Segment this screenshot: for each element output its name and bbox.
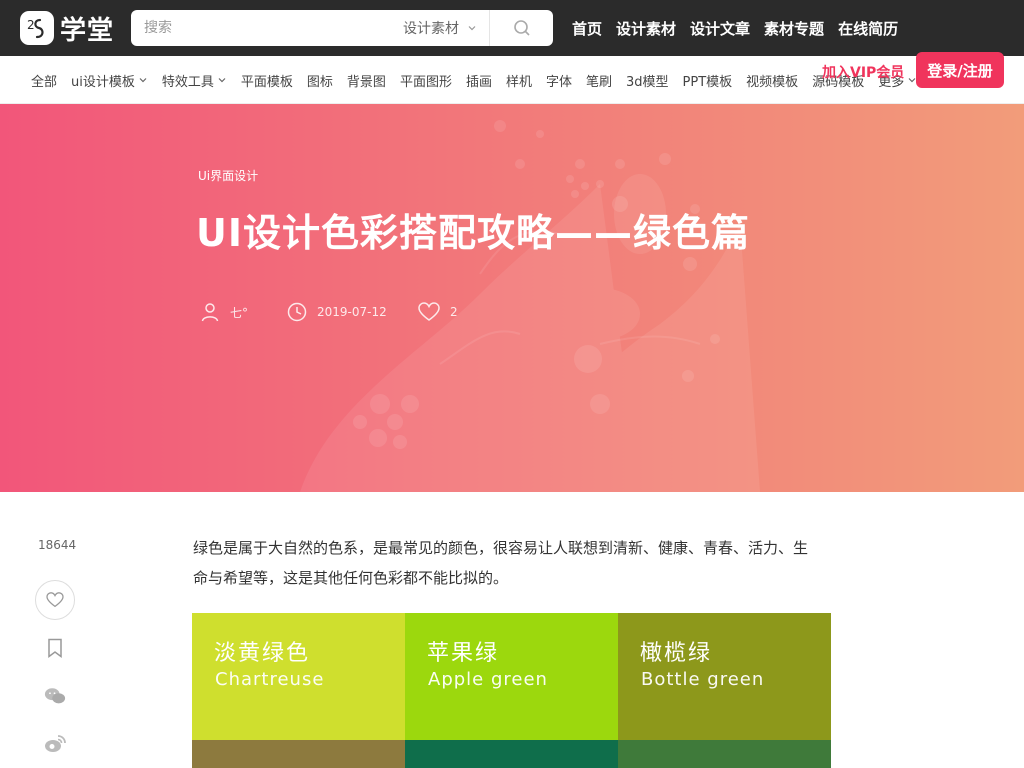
search-category-label: 设计素材 xyxy=(403,21,459,37)
chevron-down-icon xyxy=(218,78,226,83)
bookmark-icon xyxy=(48,638,62,658)
category-label: 平面图形 xyxy=(399,74,452,90)
category-label: 特效工具 xyxy=(161,74,214,90)
login-register-button[interactable]: 登录/注册 xyxy=(916,52,1004,88)
article-author[interactable]: 七° xyxy=(200,302,248,322)
category-item[interactable]: 笔刷 xyxy=(586,71,612,90)
swatch-chinese-name: 橄榄绿 xyxy=(640,641,713,666)
main-nav: 首页 设计素材 设计文章 素材专题 在线简历 xyxy=(572,0,912,56)
article-title: UI设计色彩搭配攻略——绿色篇 xyxy=(196,211,750,255)
wechat-share-button[interactable] xyxy=(44,685,66,707)
category-label: 背景图 xyxy=(346,74,386,90)
date-text: 2019-07-12 xyxy=(317,305,387,319)
weibo-icon xyxy=(45,735,66,752)
bookmark-button[interactable] xyxy=(44,637,66,659)
swatch-english-name: Apple green xyxy=(428,669,548,690)
category-label: 平面模板 xyxy=(240,74,293,90)
category-item[interactable]: 图标 xyxy=(307,71,333,90)
category-item[interactable]: 平面模板 xyxy=(241,71,293,90)
logo-text: 学堂 xyxy=(60,15,115,46)
nav-online-resume[interactable]: 在线简历 xyxy=(838,18,898,39)
category-label: 字体 xyxy=(545,74,572,90)
author-name: 七° xyxy=(230,305,249,320)
swatch-english-name: Bottle green xyxy=(641,669,765,690)
color-swatch xyxy=(405,740,618,768)
swatch-chinese-name: 苹果绿 xyxy=(427,641,500,666)
category-label: 3d模型 xyxy=(626,74,669,90)
article-hero-banner: Ui界面设计 UI设计色彩搭配攻略——绿色篇 七° 2019-07-12 2 xyxy=(0,104,1024,492)
category-item[interactable]: 3d模型 xyxy=(626,71,669,90)
color-palette-image: 淡黄绿色 Chartreuse 苹果绿 Apple green 橄榄绿 Bottle gr… xyxy=(192,613,831,768)
category-item[interactable]: 平面图形 xyxy=(400,71,452,90)
category-item[interactable]: 样机 xyxy=(506,71,532,90)
search-input[interactable] xyxy=(131,10,395,46)
wechat-icon xyxy=(44,688,66,704)
search-button[interactable] xyxy=(489,10,553,46)
category-label: 图标 xyxy=(306,74,333,90)
category-label: 全部 xyxy=(31,74,58,90)
category-item[interactable]: 特效工具 xyxy=(162,71,227,90)
hero-illustration xyxy=(300,120,760,492)
swatch-english-name: Chartreuse xyxy=(215,669,325,690)
search-category-select[interactable]: 设计素材 xyxy=(395,10,489,46)
swatch-chinese-name: 淡黄绿色 xyxy=(214,641,311,666)
category-item[interactable]: 字体 xyxy=(546,71,572,90)
category-label: 视频模板 xyxy=(746,74,799,90)
category-label: 样机 xyxy=(505,74,532,90)
category-item[interactable]: 插画 xyxy=(466,71,492,90)
join-vip-link[interactable]: 加入VIP会员 xyxy=(822,62,904,82)
article-paragraph: 绿色是属于大自然的色系，是最常见的颜色，很容易让人联想到清新、健康、青春、活力、… xyxy=(193,539,809,587)
clock-icon xyxy=(287,302,307,322)
color-swatch xyxy=(618,740,831,768)
top-header: 2 学堂 设计素材 首页 设计素材 设计文章 素材专题 在线简历 xyxy=(0,0,1024,56)
article-category-label[interactable]: Ui界面设计 xyxy=(198,167,258,184)
nav-design-articles[interactable]: 设计文章 xyxy=(690,18,750,39)
site-logo[interactable]: 2 学堂 xyxy=(20,10,114,46)
category-item[interactable]: 背景图 xyxy=(347,71,386,90)
user-icon xyxy=(201,303,219,322)
chevron-down-icon xyxy=(139,78,147,83)
article-likes[interactable]: 2 xyxy=(418,302,458,322)
weibo-share-button[interactable] xyxy=(44,733,66,755)
color-swatch xyxy=(192,740,405,768)
category-item[interactable]: 视频模板 xyxy=(746,71,798,90)
color-swatch: 橄榄绿 Bottle green xyxy=(618,613,831,740)
color-swatch: 淡黄绿色 Chartreuse xyxy=(192,613,405,740)
nav-design-materials[interactable]: 设计素材 xyxy=(616,18,676,39)
heart-icon xyxy=(46,592,64,608)
nav-home[interactable]: 首页 xyxy=(572,18,602,39)
category-list: 全部 ui设计模板 特效工具 平面模板 图标 背景图 平面图形 插画 样机 字体 笔刷 3d模型 PPT… xyxy=(31,56,931,104)
category-label: ui设计模板 xyxy=(71,74,135,90)
color-swatch: 苹果绿 Apple green xyxy=(405,613,618,740)
category-label: 笔刷 xyxy=(586,74,613,90)
search-icon xyxy=(513,20,530,36)
heart-icon xyxy=(418,302,440,321)
logo-mark-icon: 2 xyxy=(20,11,54,45)
like-button[interactable] xyxy=(35,580,75,620)
nav-material-topics[interactable]: 素材专题 xyxy=(764,18,824,39)
chevron-down-icon xyxy=(468,26,476,31)
search-bar: 设计素材 xyxy=(131,10,553,46)
likes-count: 2 xyxy=(450,305,458,319)
category-label: 插画 xyxy=(465,74,492,90)
view-count: 18644 xyxy=(38,538,77,552)
category-item[interactable]: ui设计模板 xyxy=(71,71,148,90)
svg-text:2: 2 xyxy=(27,18,35,32)
category-item[interactable]: PPT模板 xyxy=(683,71,733,90)
category-label: PPT模板 xyxy=(682,74,733,90)
category-item[interactable]: 全部 xyxy=(31,71,57,90)
article-date: 2019-07-12 xyxy=(287,302,387,322)
